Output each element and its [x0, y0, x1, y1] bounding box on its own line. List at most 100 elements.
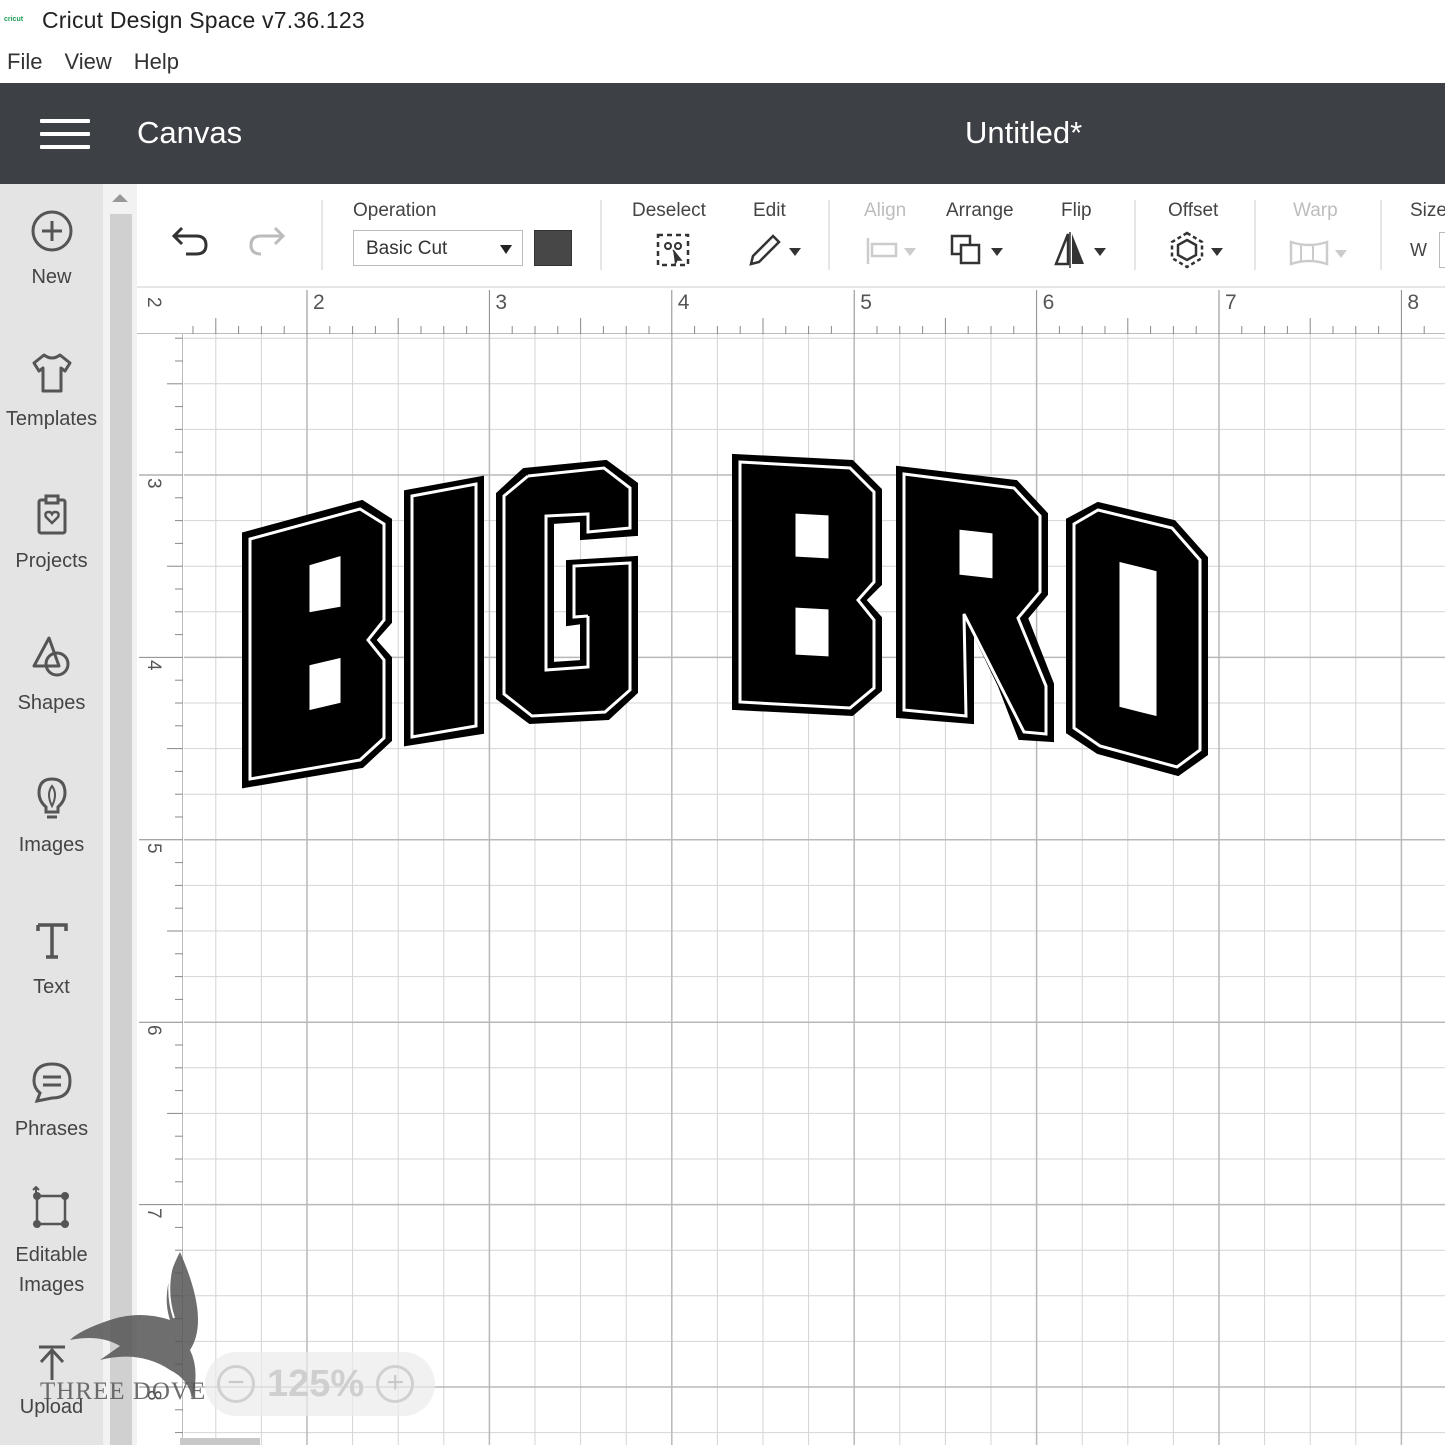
- size-width-label: W: [1410, 240, 1427, 260]
- ruler-number: 2: [143, 297, 164, 308]
- flip-icon[interactable]: [1052, 230, 1112, 270]
- align-icon: [866, 238, 916, 264]
- shapes-icon: [32, 636, 69, 677]
- ruler-number: 5: [860, 291, 872, 314]
- sidebar-item-images[interactable]: Images: [0, 776, 103, 861]
- document-title[interactable]: Untitled*: [965, 115, 1082, 151]
- letter-o[interactable]: [1066, 501, 1208, 777]
- operation-select[interactable]: Basic Cut: [353, 230, 523, 266]
- scroll-up-arrow-icon[interactable]: [112, 194, 128, 202]
- window-title: Cricut Design Space v7.36.123: [42, 6, 365, 33]
- plus-circle-icon: [31, 210, 72, 252]
- scrollbar-thumb[interactable]: [110, 214, 132, 1445]
- zoom-control: − 125% +: [205, 1352, 435, 1416]
- warp-label: Warp: [1293, 200, 1338, 221]
- edit-pencil-icon[interactable]: [745, 230, 805, 270]
- zoom-level: 125%: [267, 1362, 365, 1405]
- edit-label: Edit: [753, 200, 786, 221]
- redo-icon: [249, 226, 286, 256]
- speech-bubble-icon: [31, 1062, 72, 1104]
- vertical-ruler-ticks: [139, 337, 183, 1434]
- letter-r[interactable]: [896, 465, 1054, 743]
- ruler-number: 4: [677, 291, 690, 314]
- sidebar-item-label: Editable Images: [15, 1244, 88, 1296]
- watermark-text: THREE DOVE: [40, 1378, 207, 1405]
- horizontal-ruler-ticks: [192, 290, 1425, 334]
- editable-image-icon: [31, 1186, 69, 1228]
- cricut-logo-icon: cricut: [4, 16, 24, 23]
- size-label: Size: [1410, 200, 1445, 221]
- toolbar-separator: [600, 200, 602, 270]
- window-titlebar: cricut Cricut Design Space v7.36.123: [0, 0, 1445, 40]
- lightbulb-icon: [36, 777, 67, 819]
- ruler-number: 5: [143, 842, 164, 854]
- letter-b-2[interactable]: [732, 453, 882, 717]
- edit-toolbar: Operation Basic Cut Deselect Edit Align …: [137, 184, 1445, 288]
- ruler-number: 6: [1042, 291, 1055, 314]
- text-t-icon: [35, 923, 68, 959]
- toolbar-separator: [828, 200, 830, 270]
- sidebar-scrollbar[interactable]: [103, 184, 137, 1445]
- app-header: Canvas Untitled*: [0, 83, 1445, 184]
- sidebar-item-label: Phrases: [14, 1118, 89, 1140]
- warp-icon: [1289, 240, 1347, 266]
- horizontal-ruler: [137, 288, 1445, 334]
- sidebar-item-templates[interactable]: Templates: [0, 350, 103, 435]
- toolbar-separator: [321, 200, 323, 270]
- toolbar-separator: [1134, 200, 1136, 270]
- sidebar-item-label: Templates: [5, 408, 98, 430]
- zoom-in-button[interactable]: +: [376, 1365, 415, 1403]
- size-width-input[interactable]: [1439, 232, 1445, 268]
- sidebar-item-label: New: [31, 266, 72, 288]
- letter-i[interactable]: [404, 475, 484, 747]
- sidebar-item-new[interactable]: New: [0, 208, 103, 293]
- design-canvas[interactable]: [184, 334, 1445, 1445]
- dropdown-arrow-icon: [500, 245, 512, 254]
- operation-label: Operation: [353, 200, 437, 221]
- ruler-number: 2: [313, 291, 325, 314]
- ruler-number: 8: [1407, 291, 1420, 314]
- zoom-out-button[interactable]: −: [217, 1365, 255, 1403]
- ruler-number: 7: [1225, 291, 1237, 314]
- sidebar-item-editable-images[interactable]: Editable Images: [0, 1186, 103, 1300]
- vertical-ruler: [137, 288, 183, 1445]
- big-bro-design[interactable]: [184, 334, 1445, 1445]
- menu-view[interactable]: View: [64, 49, 111, 75]
- undo-icon[interactable]: [170, 224, 210, 258]
- canvas-horizontal-scrollbar[interactable]: [180, 1438, 260, 1445]
- menu-file[interactable]: File: [7, 49, 42, 75]
- sidebar-item-phrases[interactable]: Phrases: [0, 1060, 103, 1145]
- deselect-label: Deselect: [632, 200, 706, 221]
- sidebar-item-label: Projects: [15, 550, 88, 572]
- sidebar-item-label: Images: [18, 834, 85, 856]
- sidebar-item-label: Text: [33, 976, 70, 998]
- ruler-number: 3: [143, 478, 164, 489]
- left-sidebar: New Templates Projects Shapes Images Tex…: [0, 184, 103, 1445]
- offset-label: Offset: [1168, 200, 1219, 221]
- letter-g[interactable]: [496, 459, 638, 725]
- arrange-icon[interactable]: [949, 232, 1009, 270]
- hamburger-menu-icon[interactable]: [40, 119, 90, 149]
- sidebar-item-label: Shapes: [17, 692, 86, 714]
- operation-color-swatch[interactable]: [534, 230, 572, 266]
- operation-value: Basic Cut: [366, 238, 448, 259]
- clipboard-heart-icon: [37, 494, 66, 535]
- arrange-label: Arrange: [946, 200, 1014, 221]
- offset-icon[interactable]: [1167, 230, 1227, 270]
- sidebar-item-shapes[interactable]: Shapes: [0, 634, 103, 719]
- menu-bar: File View Help: [0, 42, 194, 82]
- section-title: Canvas: [137, 115, 243, 150]
- sidebar-item-text[interactable]: Text: [0, 918, 103, 1003]
- flip-label: Flip: [1061, 200, 1092, 221]
- ruler-number: 6: [143, 1025, 164, 1036]
- ruler-number: 3: [495, 291, 508, 314]
- ruler-number: 7: [143, 1207, 164, 1219]
- toolbar-separator: [1380, 200, 1382, 270]
- deselect-icon[interactable]: [655, 232, 691, 268]
- menu-help[interactable]: Help: [134, 49, 179, 75]
- tshirt-icon: [32, 353, 71, 393]
- sidebar-item-projects[interactable]: Projects: [0, 492, 103, 577]
- ruler-number: 4: [143, 660, 164, 671]
- letter-b-1[interactable]: [242, 499, 392, 789]
- toolbar-separator: [1254, 200, 1256, 270]
